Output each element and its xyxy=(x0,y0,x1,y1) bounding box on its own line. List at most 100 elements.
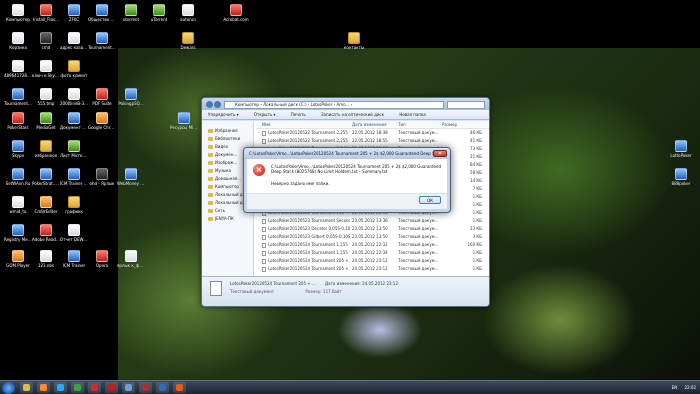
forward-icon[interactable] xyxy=(214,101,221,108)
desktop-icon[interactable]: LottoPoker xyxy=(667,140,695,158)
desktop-icon-label: WebMoney Keeper Cla... xyxy=(117,181,145,186)
desktop-icon[interactable]: ohd - Ярлык xyxy=(88,168,116,186)
desktop-icon[interactable]: PDF Suite xyxy=(88,88,116,106)
language-indicator[interactable]: EN xyxy=(672,385,678,390)
file-row[interactable]: LotosPoker20120522 Tournament 2,255 +...… xyxy=(256,137,489,145)
file-row[interactable]: LotosPoker20120522 Tournament 2,255 +...… xyxy=(256,129,489,137)
desktop-icon[interactable]: Лист Microso... xyxy=(60,140,88,158)
desktop-icon[interactable]: Ресурсы Microsoft... xyxy=(170,112,198,130)
file-row[interactable]: LotosPoker20120524 Tournament 205 +... 24… xyxy=(256,265,489,273)
desktop-icon[interactable]: MediaGet xyxy=(32,112,60,130)
desktop-icon[interactable]: ICM Trainer Light xyxy=(60,168,88,186)
column-type[interactable]: Тип xyxy=(398,121,406,129)
search-input[interactable] xyxy=(447,101,485,109)
nav-item[interactable]: Избранное xyxy=(208,127,253,135)
address-bar[interactable]: Компьютер › Локальный диск (C:) › LotosP… xyxy=(224,101,444,109)
desktop-icon[interactable]: Skype xyxy=(4,140,32,158)
desktop-icon[interactable]: графикк xyxy=(60,196,88,214)
app-icon xyxy=(125,250,137,262)
nav-item[interactable]: Библиотеки xyxy=(208,135,253,143)
desktop-icon[interactable]: контакты xyxy=(340,32,368,50)
desktop-icon[interactable]: Install_Flas... xyxy=(32,4,60,22)
desktop-icon[interactable]: PokerStrat... Equilab xyxy=(32,168,60,186)
desktop-icon[interactable]: Google Chrome xyxy=(88,112,116,130)
taskbar-item-skype[interactable] xyxy=(54,382,67,393)
file-name-cell: LotosPoker20120522 Tournament 2,255 +... xyxy=(262,137,350,145)
taskbar-item-chrome[interactable] xyxy=(71,382,84,393)
desktop-icon[interactable]: GOM Player xyxy=(4,250,32,268)
nav-buttons[interactable] xyxy=(206,101,222,110)
taskbar-item-explorer[interactable] xyxy=(20,382,33,393)
desktop-icon[interactable]: Документ Microsoft... xyxy=(60,112,88,130)
desktop-icon[interactable]: ярлык к_флэш-н... xyxy=(117,250,145,268)
desktop-icon[interactable]: CmBrEditer xyxy=(32,196,60,214)
ok-button[interactable]: ОК xyxy=(419,196,441,204)
taskbar-item-pokerstars[interactable] xyxy=(105,382,118,393)
desktop-icon[interactable]: 4896417281_9 xyxy=(4,60,32,78)
text-file-icon xyxy=(262,258,266,264)
taskbar-item-app8[interactable] xyxy=(139,382,152,393)
taskbar-item-app10[interactable] xyxy=(173,382,186,393)
toolbar-open-button[interactable]: Открыть ▾ xyxy=(254,112,276,117)
taskbar-item-opera[interactable] xyxy=(88,382,101,393)
clock[interactable]: 22:02 xyxy=(684,385,696,390)
desktop-icon[interactable]: PokingpSQ... xyxy=(117,88,145,106)
desktop-icon[interactable]: WebMoney Keeper Cla... xyxy=(117,168,145,186)
close-button[interactable]: ✕ xyxy=(433,150,447,157)
desktop-icon[interactable]: 123.nbs xyxy=(32,250,60,268)
desktop-icon[interactable]: Acrobat.com xyxy=(222,4,250,22)
desktop-icon[interactable]: utorrent xyxy=(117,4,145,22)
taskbar-item-app7[interactable] xyxy=(122,382,135,393)
desktop-icon[interactable]: Компьютер xyxy=(4,4,32,22)
desktop-icon[interactable]: ICM Trainer xyxy=(60,250,88,268)
file-row[interactable]: LotosPoker20120523 Tournament Second... 2… xyxy=(256,217,489,225)
folder-icon xyxy=(208,177,213,181)
desktop-icon[interactable]: адрес казахстана xyxy=(60,32,88,50)
desktop-icon[interactable]: Общество неуязви... xyxy=(88,4,116,22)
taskbar-item-media[interactable] xyxy=(37,382,50,393)
toolbar-print-button[interactable]: Печать xyxy=(291,112,306,117)
desktop-icon[interactable]: Registry Mechanic xyxy=(4,224,32,242)
file-row[interactable]: LotosPoker20120523 Decator 0,05S-0,10S..… xyxy=(256,225,489,233)
desktop-icon[interactable]: PokerStars xyxy=(4,112,32,130)
desktop-icon-label: MediaGet xyxy=(36,125,56,130)
start-button[interactable] xyxy=(2,382,15,394)
wallpaper-dark-left xyxy=(0,0,118,380)
desktop-icon[interactable]: фото клиент xyxy=(60,60,88,78)
desktop-icon[interactable]: Tournament Shark xyxy=(88,32,116,50)
desktop-icon[interactable]: 2000lineB-3... xyxy=(60,88,88,106)
toolbar-organize-button[interactable]: Упорядочить ▾ xyxy=(208,112,239,117)
desktop-icon[interactable]: wmid_tu xyxy=(4,196,32,214)
desktop-icon[interactable]: uTorrent xyxy=(145,4,173,22)
toolbar-burn-button[interactable]: Записать на оптический диск xyxy=(321,112,384,117)
column-date[interactable]: Дата изменения xyxy=(352,121,387,129)
error-dialog[interactable]: C:\LotosPoker\Amo...\LotosPoker20120524 … xyxy=(243,147,451,213)
desktop-icon[interactable]: ключ к Skypay... xyxy=(32,60,60,78)
desktop-icon[interactable]: ZFIIC xyxy=(60,4,88,22)
toolbar-new-folder-button[interactable]: Новая папка xyxy=(399,112,426,117)
file-row[interactable]: LotosPoker20120524 Tournament 205 +... 24… xyxy=(256,257,489,265)
dialog-body: × C:\LotosPoker\Amo...\LotosPoker2012052… xyxy=(247,159,447,209)
desktop-icon[interactable]: Tournament... xyxy=(4,88,32,106)
desktop-icon[interactable]: Dewars xyxy=(174,32,202,50)
desktop-icon[interactable]: 555.tmp xyxy=(32,88,60,106)
explorer-titlebar[interactable]: Компьютер › Локальный диск (C:) › LotosP… xyxy=(202,98,489,110)
column-name[interactable]: Имя xyxy=(262,121,270,129)
desktop-icon[interactable]: Opera xyxy=(88,250,116,268)
nav-item[interactable]: JENYA-ПК xyxy=(208,215,253,223)
column-size[interactable]: Размер xyxy=(442,121,457,129)
desktop-icon[interactable]: Отчет DEWAR'S xyxy=(60,224,88,242)
file-row[interactable]: LotosPoker20120524 Tournament 1,155 +...… xyxy=(256,249,489,257)
taskbar-item-app9[interactable] xyxy=(156,382,169,393)
desktop-icon[interactable]: 888poker xyxy=(667,168,695,186)
back-icon[interactable] xyxy=(206,101,213,108)
desktop-icon[interactable]: SetWAnn.Ru xyxy=(4,168,32,186)
desktop-icon[interactable]: Корзина xyxy=(4,32,32,50)
desktop-icon[interactable]: избранное xyxy=(32,140,60,158)
dialog-title[interactable]: C:\LotosPoker\Amo...\LotosPoker20120524 … xyxy=(244,148,450,159)
file-row[interactable]: LotosPoker20120524 Tournament 1,155 +...… xyxy=(256,241,489,249)
desktop-icon[interactable]: Adobe Reader X xyxy=(32,224,60,242)
desktop-icon[interactable]: cmd xyxy=(32,32,60,50)
desktop-icon[interactable]: autorun xyxy=(174,4,202,22)
file-row[interactable]: LotosPoker20120523 Gilbert 0,05S-0,10S..… xyxy=(256,233,489,241)
